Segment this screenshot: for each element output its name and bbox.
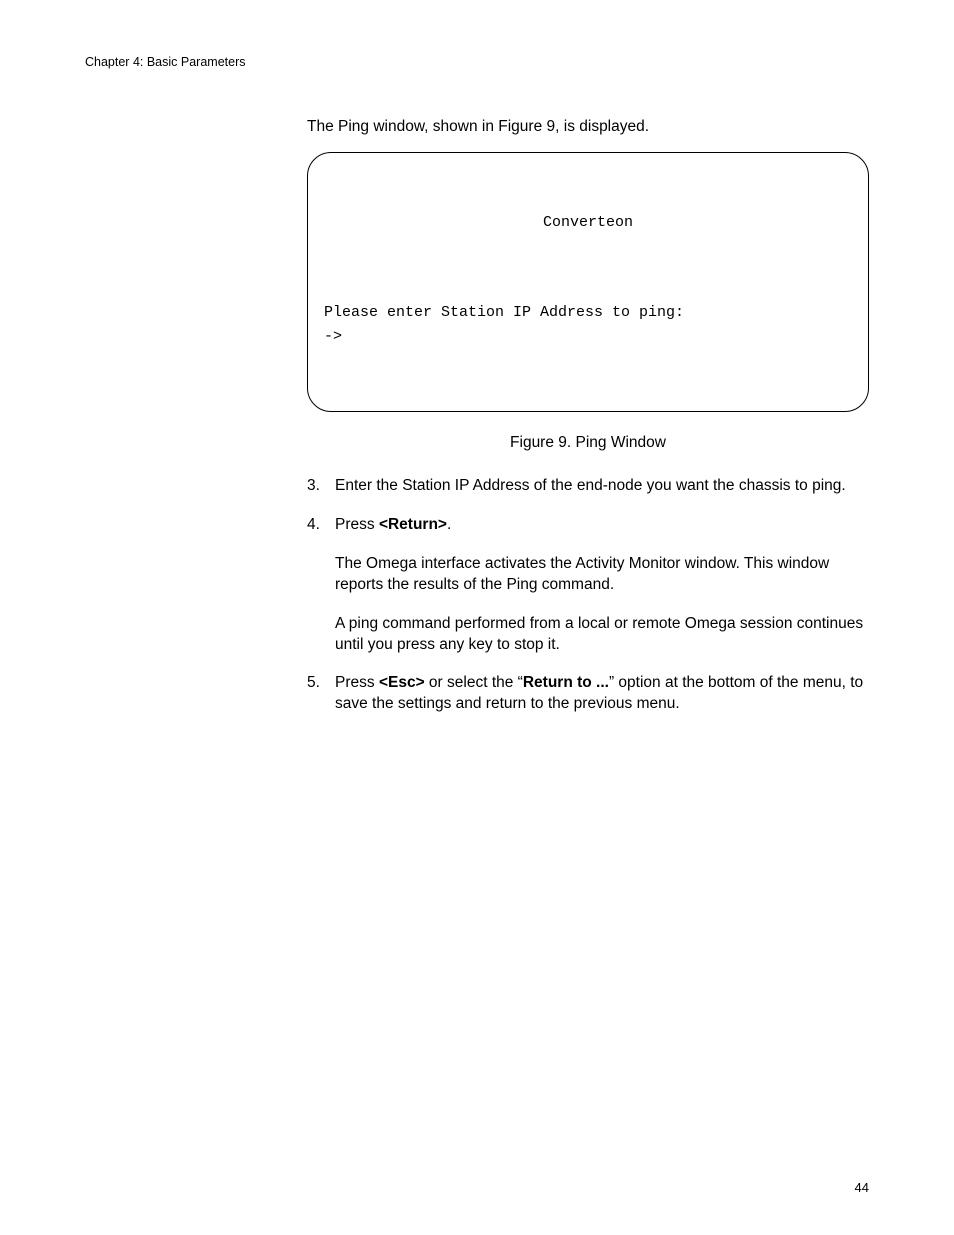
ping-window-terminal: Converteon Please enter Station IP Addre…	[307, 152, 869, 412]
chapter-header: Chapter 4: Basic Parameters	[85, 55, 869, 69]
step-number: 4.	[307, 515, 335, 656]
return-to-option: Return to ...	[523, 674, 609, 691]
content-block: The Ping window, shown in Figure 9, is d…	[307, 117, 869, 715]
step-paragraph: The Omega interface activates the Activi…	[335, 554, 869, 596]
page-number: 44	[855, 1180, 869, 1195]
step-body: Press <Esc> or select the “Return to ...…	[335, 673, 869, 715]
steps-list: 3. Enter the Station IP Address of the e…	[307, 476, 869, 715]
intro-text: The Ping window, shown in Figure 9, is d…	[307, 117, 869, 138]
figure-caption: Figure 9. Ping Window	[307, 434, 869, 452]
step-text: Press	[335, 674, 379, 691]
step-5: 5. Press <Esc> or select the “Return to …	[307, 673, 869, 715]
step-4: 4. Press <Return>. The Omega interface a…	[307, 515, 869, 656]
step-body: Press <Return>. The Omega interface acti…	[335, 515, 869, 656]
step-text: Press	[335, 516, 379, 533]
page: Chapter 4: Basic Parameters The Ping win…	[0, 0, 954, 1235]
terminal-cursor: ->	[324, 328, 342, 345]
step-paragraph: A ping command performed from a local or…	[335, 614, 869, 656]
terminal-prompt: Please enter Station IP Address to ping:	[324, 304, 684, 321]
step-number: 5.	[307, 673, 335, 715]
step-text: or select the “	[425, 674, 523, 691]
terminal-body: Please enter Station IP Address to ping:…	[324, 301, 852, 349]
step-3: 3. Enter the Station IP Address of the e…	[307, 476, 869, 497]
step-text: .	[447, 516, 451, 533]
terminal-title: Converteon	[324, 211, 852, 235]
return-key: <Return>	[379, 516, 447, 533]
step-number: 3.	[307, 476, 335, 497]
step-body: Enter the Station IP Address of the end-…	[335, 476, 869, 497]
esc-key: <Esc>	[379, 674, 425, 691]
